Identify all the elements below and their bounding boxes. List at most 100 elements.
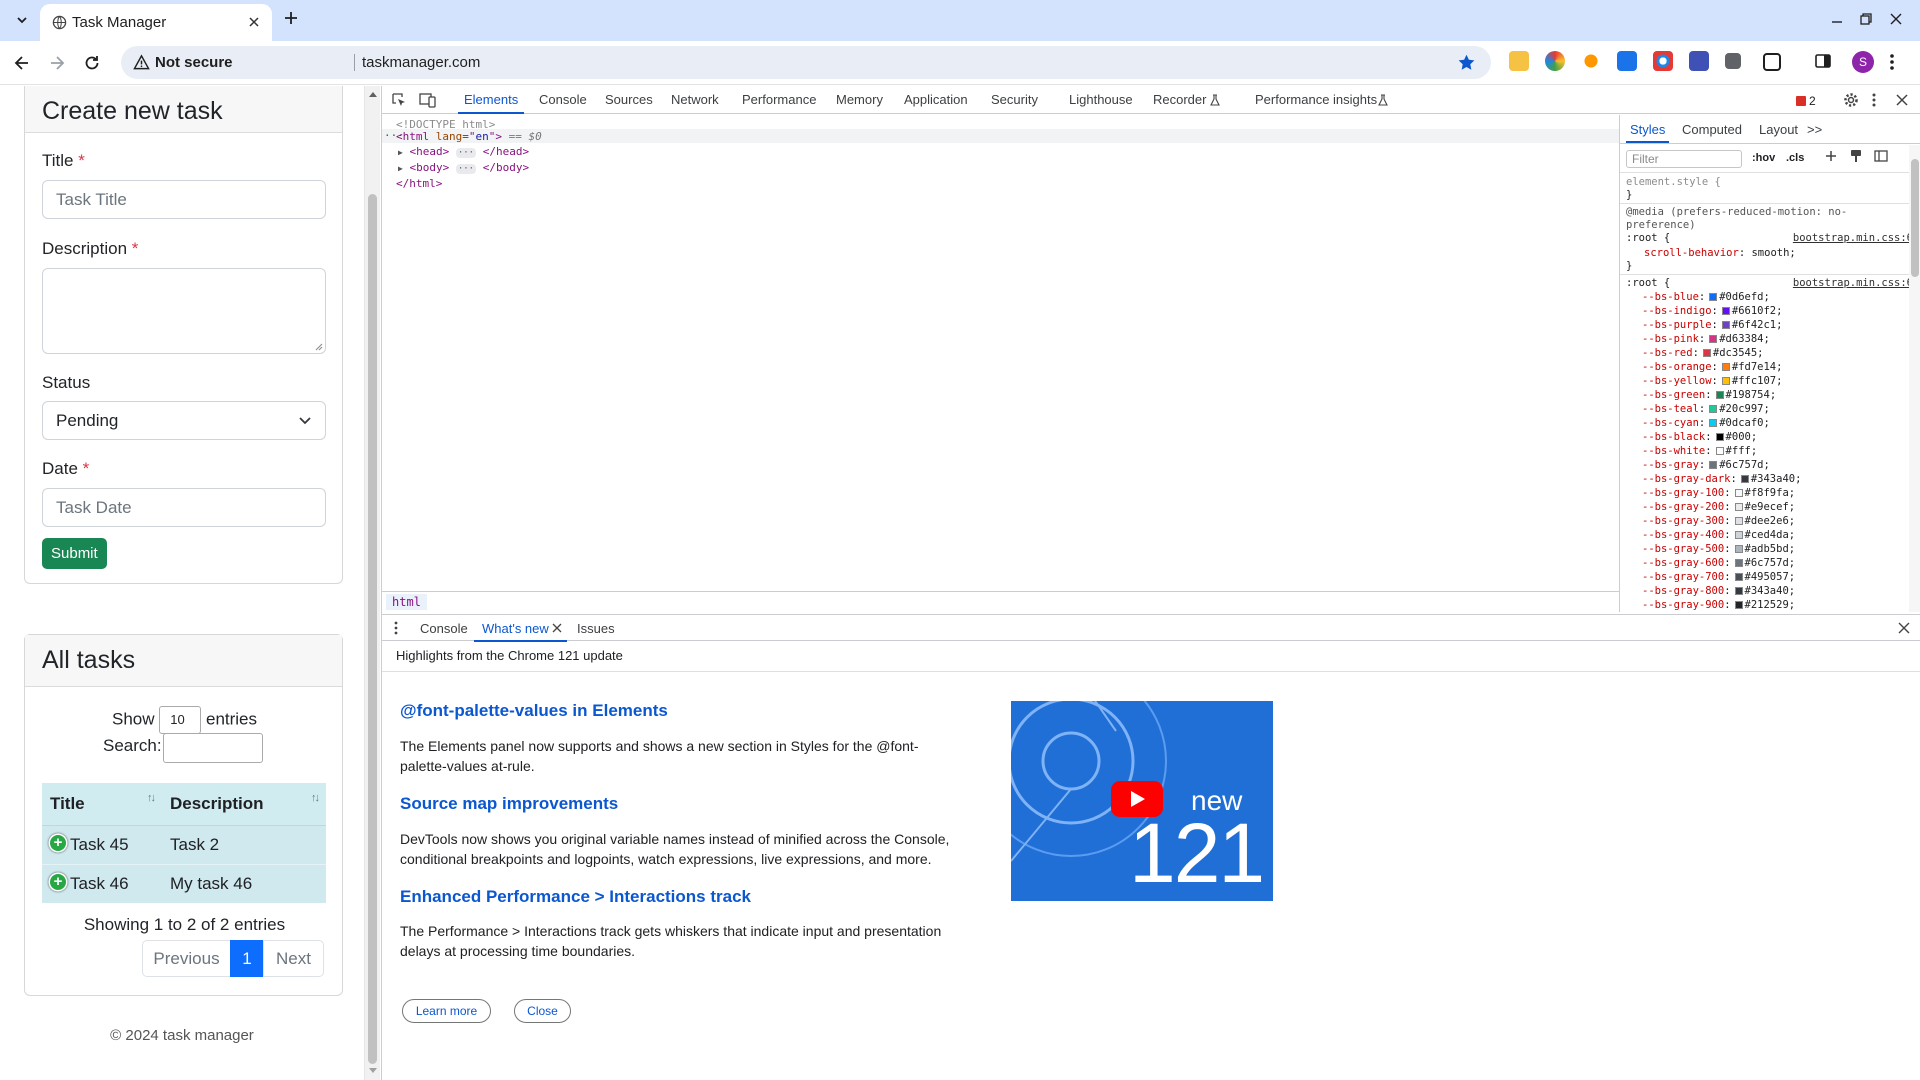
css-variable-row[interactable]: --bs-gray-100: #f8f9fa; xyxy=(1642,487,1795,499)
url-text[interactable]: taskmanager.com xyxy=(362,54,480,71)
hover-state-toggle[interactable]: :hov xyxy=(1752,152,1775,164)
class-toggle[interactable]: .cls xyxy=(1786,152,1804,164)
computed-tab[interactable]: Computed xyxy=(1682,122,1742,137)
css-variable-row[interactable]: --bs-gray-400: #ced4da; xyxy=(1642,529,1795,541)
color-swatch[interactable] xyxy=(1721,321,1730,329)
css-variable-row[interactable]: --bs-blue: #0d6efd; xyxy=(1642,291,1770,303)
pagination-next[interactable]: Next xyxy=(263,940,324,977)
styles-filter-input[interactable]: Filter xyxy=(1626,150,1742,168)
devtools-tab-network[interactable]: Network xyxy=(671,92,719,107)
devtools-tab-performance[interactable]: Performance xyxy=(742,92,816,107)
css-variable-row[interactable]: --bs-teal: #20c997; xyxy=(1642,403,1770,415)
css-variable-row[interactable]: --bs-pink: #d63384; xyxy=(1642,333,1770,345)
devtools-tab-elements[interactable]: Elements xyxy=(457,92,525,114)
browser-menu-icon[interactable] xyxy=(1889,52,1895,72)
pagination-page-1[interactable]: 1 xyxy=(230,940,264,977)
styles-tab[interactable]: Styles xyxy=(1625,122,1670,143)
drawer-menu-icon[interactable] xyxy=(394,621,398,635)
css-variable-row[interactable]: --bs-black: #000; xyxy=(1642,431,1757,443)
styles-scrollbar-thumb[interactable] xyxy=(1911,159,1919,277)
scroll-behavior-declaration[interactable]: scroll-behavior: smooth; xyxy=(1644,247,1796,259)
devtools-tab-application[interactable]: Application xyxy=(904,92,968,107)
color-swatch[interactable] xyxy=(1721,307,1730,315)
devtools-more-options-icon[interactable] xyxy=(1871,92,1877,108)
status-select[interactable]: Pending xyxy=(42,401,326,440)
close-whats-new-tab-icon[interactable] xyxy=(552,623,562,633)
layout-tab[interactable]: Layout xyxy=(1759,122,1798,137)
css-variable-row[interactable]: --bs-white: #fff; xyxy=(1642,445,1757,457)
window-restore-icon[interactable] xyxy=(1859,12,1873,26)
root-selector[interactable]: :root { xyxy=(1626,277,1670,289)
color-swatch[interactable] xyxy=(1709,405,1718,413)
security-label[interactable]: Not secure xyxy=(155,54,233,71)
table-row[interactable]: + Task 46 My task 46 xyxy=(42,864,326,903)
expand-row-plus-icon[interactable]: + xyxy=(50,834,66,851)
root-selector[interactable]: :root { xyxy=(1626,232,1670,244)
close-button[interactable]: Close xyxy=(514,999,571,1023)
devtools-tab-memory[interactable]: Memory xyxy=(836,92,883,107)
css-variable-row[interactable]: --bs-cyan: #0dcaf0; xyxy=(1642,417,1770,429)
source-link[interactable]: bootstrap.min.css:6 xyxy=(1793,232,1913,244)
css-variable-row[interactable]: --bs-gray-800: #343a40; xyxy=(1642,585,1795,597)
css-variable-row[interactable]: --bs-indigo: #6610f2; xyxy=(1642,305,1782,317)
expand-triangle-icon[interactable]: ▶ xyxy=(398,148,403,157)
forward-arrow-icon[interactable] xyxy=(47,53,67,73)
extension-window-icon[interactable] xyxy=(1689,51,1709,71)
devtools-tab-sources[interactable]: Sources xyxy=(605,92,653,107)
dom-head-line[interactable]: ▶ <head> ··· </head> xyxy=(398,145,529,158)
issues-counter[interactable]: 2 xyxy=(1796,94,1816,108)
color-swatch[interactable] xyxy=(1734,517,1743,525)
back-arrow-icon[interactable] xyxy=(12,53,32,73)
page-scrollbar[interactable] xyxy=(364,86,380,1080)
extension-color-picker-icon[interactable] xyxy=(1545,51,1565,71)
extension-highlighter-icon[interactable] xyxy=(1509,51,1529,71)
breadcrumb-html[interactable]: html xyxy=(386,594,427,610)
close-tab-icon[interactable] xyxy=(246,14,262,30)
search-input[interactable] xyxy=(163,733,263,763)
color-swatch[interactable] xyxy=(1734,531,1743,539)
learn-more-button[interactable]: Learn more xyxy=(402,999,491,1023)
device-toolbar-icon[interactable] xyxy=(419,92,436,108)
page-scrollbar-thumb[interactable] xyxy=(368,194,377,1064)
submit-button[interactable]: Submit xyxy=(42,538,107,569)
whats-new-heading-interactions[interactable]: Enhanced Performance > Interactions trac… xyxy=(400,887,751,907)
drawer-tab-console[interactable]: Console xyxy=(420,621,468,636)
color-swatch[interactable] xyxy=(1734,587,1743,595)
bookmark-star-icon[interactable] xyxy=(1457,53,1476,72)
toggle-sidebar-icon[interactable] xyxy=(1874,149,1888,163)
css-variable-row[interactable]: --bs-gray-700: #495057; xyxy=(1642,571,1795,583)
window-minimize-icon[interactable] xyxy=(1830,12,1844,26)
drawer-tab-whats-new[interactable]: What's new xyxy=(474,621,567,642)
collapsed-ellipsis[interactable]: ··· xyxy=(455,148,477,158)
color-swatch[interactable] xyxy=(1715,447,1724,455)
element-style-rule[interactable]: element.style { xyxy=(1626,176,1721,188)
css-variable-row[interactable]: --bs-gray-500: #adb5bd; xyxy=(1642,543,1795,555)
more-tabs-chevron[interactable]: >> xyxy=(1807,122,1822,137)
css-variable-row[interactable]: --bs-gray-300: #dee2e6; xyxy=(1642,515,1795,527)
new-tab-plus-icon[interactable] xyxy=(282,9,300,27)
close-drawer-icon[interactable] xyxy=(1898,622,1910,634)
extension-ruler-icon[interactable] xyxy=(1725,53,1741,69)
warning-triangle-icon[interactable] xyxy=(133,54,150,71)
styles-scrollbar[interactable] xyxy=(1909,145,1920,612)
browser-tab-task-manager[interactable]: Task Manager xyxy=(40,4,272,41)
css-variable-row[interactable]: --bs-red: #dc3545; xyxy=(1642,347,1764,359)
css-variable-row[interactable]: --bs-gray-dark: #343a40; xyxy=(1642,473,1801,485)
dom-html-close[interactable]: </html> xyxy=(396,177,442,190)
color-swatch[interactable] xyxy=(1734,601,1743,609)
devtools-tab-lighthouse[interactable]: Lighthouse xyxy=(1069,92,1133,107)
color-swatch[interactable] xyxy=(1715,433,1724,441)
color-swatch[interactable] xyxy=(1709,335,1718,343)
css-variable-row[interactable]: --bs-gray-900: #212529; xyxy=(1642,599,1795,611)
extension-font-icon[interactable] xyxy=(1617,51,1637,71)
reload-icon[interactable] xyxy=(82,53,102,73)
css-variable-row[interactable]: --bs-gray-200: #e9ecef; xyxy=(1642,501,1795,513)
tab-search-chevron-icon[interactable] xyxy=(10,8,34,32)
dom-html-line[interactable]: ··· <html lang="en"> == $0 xyxy=(382,129,1619,143)
extensions-puzzle-icon[interactable] xyxy=(1763,53,1781,71)
drawer-tab-issues[interactable]: Issues xyxy=(577,621,615,636)
devtools-tab-console[interactable]: Console xyxy=(539,92,587,107)
column-header-description[interactable]: Description ↑↓ xyxy=(162,783,326,826)
pagination-previous[interactable]: Previous xyxy=(142,940,231,977)
paint-brush-icon[interactable] xyxy=(1849,149,1863,163)
